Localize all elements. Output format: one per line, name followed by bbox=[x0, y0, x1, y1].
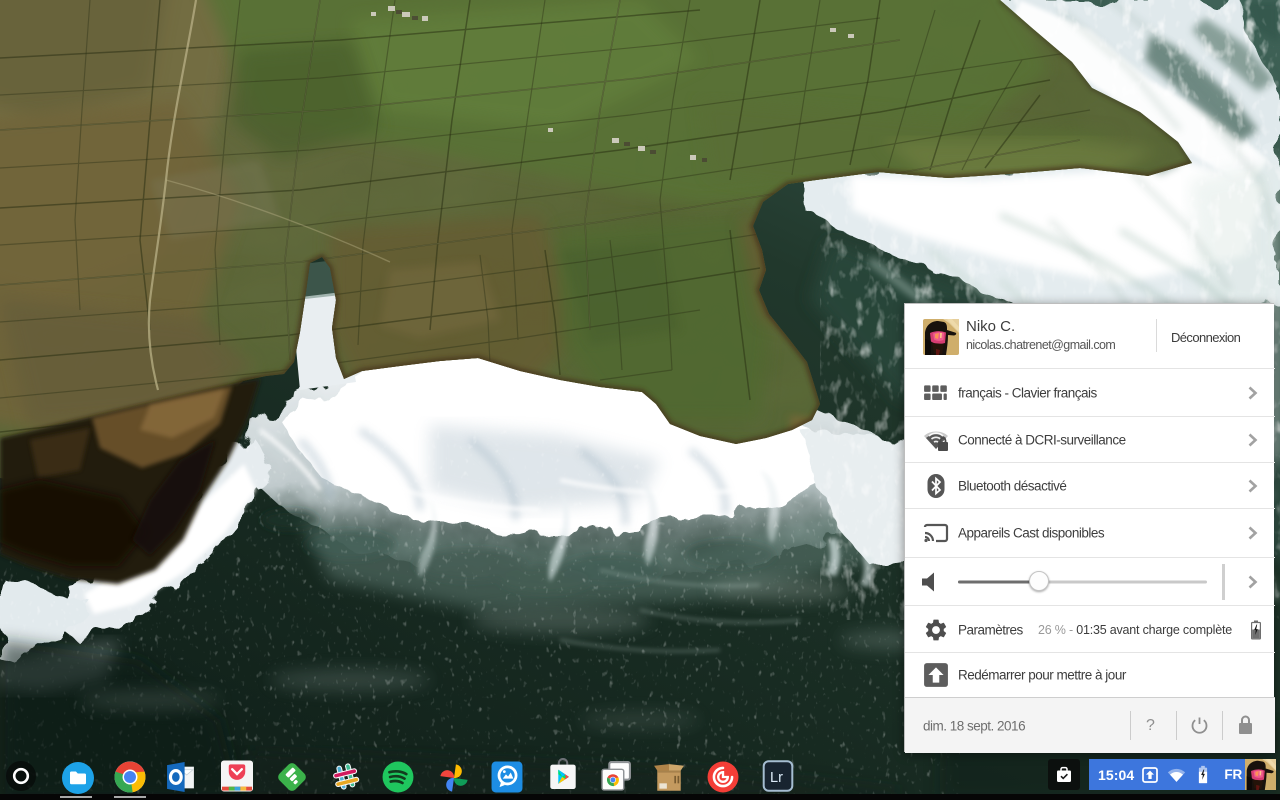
svg-text:Lr: Lr bbox=[770, 770, 783, 786]
